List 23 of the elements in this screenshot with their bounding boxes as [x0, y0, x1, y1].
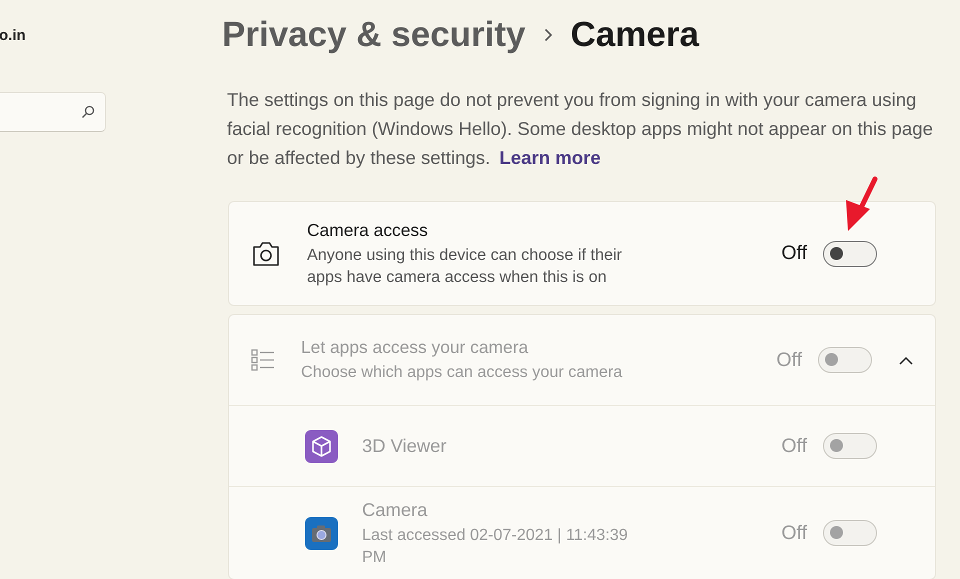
toggle-state-label: Off — [781, 434, 807, 458]
list-icon — [251, 349, 275, 371]
camera-icon — [305, 516, 338, 550]
breadcrumb-item[interactable]: Privacy & security — [222, 15, 526, 55]
setting-title: Let apps access your camera — [301, 337, 530, 358]
description-text: The settings on this page do not prevent you from signing in with your camera using facial recognition (Windows Hello). Some desktop apps might not appear on this page or be affected by these settings. Learn more — [227, 88, 934, 170]
setting-description: Choose which apps can access your camera — [301, 362, 624, 383]
setting-description: Anyone using this device can choose if their apps have camera access when this is on — [307, 244, 623, 288]
toggle-switch[interactable] — [823, 240, 877, 266]
app-name: 3D Viewer — [362, 435, 448, 457]
toggle-state-label: Off — [781, 242, 807, 265]
toggle-state-label: Off — [781, 522, 807, 544]
breadcrumb-item: Camera — [570, 15, 699, 55]
learn-more-link[interactable]: Learn more — [499, 147, 601, 168]
toggle-state-label: Off — [776, 348, 802, 372]
cube-icon — [305, 430, 338, 462]
search-icon — [81, 105, 95, 119]
setting-title: Camera access — [307, 220, 429, 240]
camera-icon — [251, 240, 281, 266]
app-name: Camera — [362, 498, 428, 520]
chevron-right-icon — [544, 28, 553, 42]
last-accessed-text: Last accessed 02-07-2021 | 11:43:39 PM — [362, 524, 629, 568]
search-field[interactable] — [0, 92, 106, 132]
